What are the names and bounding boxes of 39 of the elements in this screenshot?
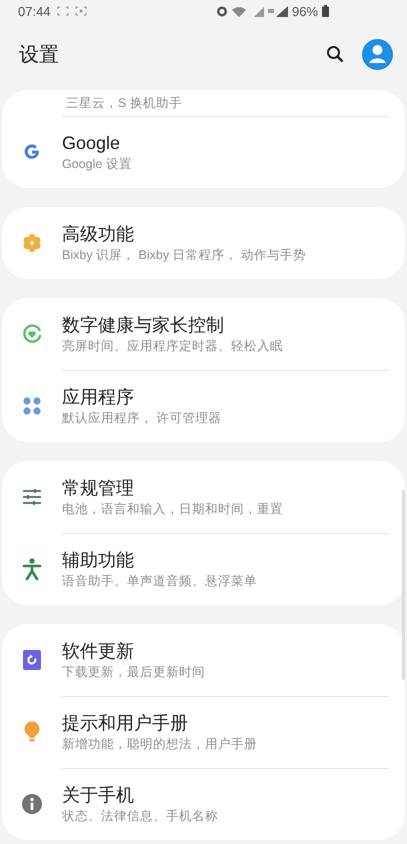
setting-description: 下载更新，最后更新时间 <box>62 664 205 681</box>
flower-gear-icon <box>22 233 42 253</box>
setting-description: 默认应用程序， 许可管理器 <box>62 410 222 427</box>
setting-title[interactable]: 应用程序 <box>62 385 222 409</box>
lightbulb-icon <box>23 721 41 743</box>
alarm-icon <box>216 5 228 17</box>
clock-time: 07:44 <box>18 4 51 18</box>
search-button[interactable] <box>326 45 344 63</box>
screen-frame-icon <box>56 6 69 16</box>
accessibility-figure-icon <box>22 558 42 580</box>
profile-avatar-button[interactable] <box>362 38 393 70</box>
setting-description: Bixby 识屏， Bixby 日常程序， 动作与手势 <box>62 247 306 264</box>
setting-description: 亮屏时间、应用程序定时器、轻松入眠 <box>62 338 283 355</box>
setting-description: 三星云，S 换机助手 <box>66 95 182 112</box>
battery-percent: 96% <box>292 4 318 18</box>
info-icon <box>22 794 42 814</box>
heart-circle-icon <box>21 323 43 345</box>
setting-title[interactable]: Google <box>62 131 132 155</box>
setting-title[interactable]: 关于手机 <box>62 783 218 807</box>
sliders-icon <box>22 488 42 506</box>
setting-description: 语音助手、单声道音频、悬浮菜单 <box>62 573 257 590</box>
signal-icon <box>268 6 288 16</box>
setting-title[interactable]: 辅助功能 <box>62 548 257 572</box>
page-title: 设置 <box>19 42 60 68</box>
setting-description: 新增功能，聪明的想法，用户手册 <box>62 736 257 753</box>
setting-title[interactable]: 软件更新 <box>62 639 205 663</box>
setting-title[interactable]: 常规管理 <box>62 476 283 500</box>
setting-description: 电池，语言和输入，日期和时间，重置 <box>62 501 283 518</box>
screen-capture-icon <box>74 6 87 16</box>
google-g-icon <box>22 142 42 162</box>
setting-description: Google 设置 <box>62 156 132 173</box>
wifi-icon <box>232 6 246 16</box>
setting-description: 状态、法律信息、手机名称 <box>62 808 218 825</box>
update-icon <box>23 650 41 670</box>
setting-title[interactable]: 数字健康与家长控制 <box>62 313 283 337</box>
setting-title[interactable]: 提示和用户手册 <box>62 711 257 735</box>
battery-icon <box>322 5 329 17</box>
four-dots-icon <box>22 396 42 416</box>
setting-title[interactable]: 高级功能 <box>62 222 306 246</box>
